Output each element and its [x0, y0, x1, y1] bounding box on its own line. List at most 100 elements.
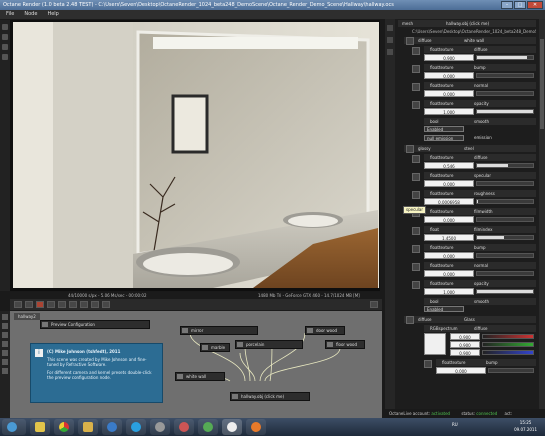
- graph-tab[interactable]: hallway2: [14, 313, 40, 320]
- marble-node[interactable]: marble: [200, 343, 230, 352]
- rgb-b-field[interactable]: 0.900: [450, 349, 480, 356]
- enabled-checkbox[interactable]: Enabled: [424, 126, 464, 132]
- folder-icon[interactable]: [78, 419, 98, 435]
- inspector-scrollbar[interactable]: [539, 19, 545, 409]
- tool-icon[interactable]: [2, 323, 8, 329]
- tool-icon[interactable]: [387, 49, 393, 55]
- param-value-field[interactable]: 0.000: [424, 90, 474, 97]
- expand-icon[interactable]: [406, 37, 414, 45]
- camera-icon[interactable]: [58, 301, 66, 308]
- wrench-icon[interactable]: [370, 301, 378, 308]
- param-value-field[interactable]: 0.000: [424, 72, 474, 79]
- texture-icon[interactable]: [412, 47, 420, 55]
- param-slider[interactable]: [476, 253, 534, 258]
- render-viewport[interactable]: [13, 22, 379, 288]
- start-button[interactable]: [2, 419, 26, 435]
- param-value-field[interactable]: 1.000: [424, 108, 474, 115]
- mirror-node[interactable]: mirror: [180, 326, 258, 335]
- pause-icon[interactable]: [47, 301, 55, 308]
- texture-icon[interactable]: [412, 245, 420, 253]
- param-slider[interactable]: [488, 368, 534, 373]
- region-icon[interactable]: [91, 301, 99, 308]
- param-value-field[interactable]: 0.000: [424, 180, 474, 187]
- expand-icon[interactable]: [406, 316, 414, 324]
- stop-icon[interactable]: [36, 301, 44, 308]
- param-slider[interactable]: [476, 199, 534, 204]
- param-slider[interactable]: [476, 55, 534, 60]
- expand-icon[interactable]: [406, 145, 414, 153]
- tool-icon[interactable]: [2, 44, 8, 50]
- tool-icon[interactable]: [2, 350, 8, 356]
- param-value-field[interactable]: 0.000: [436, 367, 486, 374]
- tool-icon[interactable]: [2, 24, 8, 30]
- maximize-button[interactable]: □: [514, 1, 526, 9]
- tool-icon[interactable]: [2, 341, 8, 347]
- language-indicator[interactable]: RU: [452, 422, 458, 427]
- param-slider[interactable]: [476, 289, 534, 294]
- explorer-icon[interactable]: [30, 419, 50, 435]
- param-slider[interactable]: [476, 91, 534, 96]
- white-wall-node[interactable]: white wall: [175, 372, 225, 381]
- app-icon[interactable]: [150, 419, 170, 435]
- param-value-field[interactable]: 0.000: [424, 270, 474, 277]
- param-value-field[interactable]: 0.000: [424, 216, 474, 223]
- tool-icon[interactable]: [2, 314, 8, 320]
- tool-icon[interactable]: [387, 25, 393, 31]
- menu-node[interactable]: Node: [24, 10, 37, 19]
- param-value-field[interactable]: 0.0006958: [424, 198, 474, 205]
- color-swatch[interactable]: [424, 333, 446, 355]
- rgb-r-field[interactable]: 0.900: [450, 333, 480, 340]
- texture-icon[interactable]: [424, 360, 432, 368]
- mesh-node[interactable]: hallway.obj (click me): [230, 392, 310, 401]
- minimize-button[interactable]: –: [501, 1, 513, 9]
- texture-icon[interactable]: [412, 191, 420, 199]
- picker-icon[interactable]: [102, 301, 110, 308]
- param-slider[interactable]: [476, 235, 534, 240]
- rgb-b-slider[interactable]: [482, 350, 534, 355]
- porcelain-node[interactable]: porcelain: [235, 340, 303, 349]
- skype-icon[interactable]: [126, 419, 146, 435]
- tool-icon[interactable]: [2, 54, 8, 60]
- media-player-icon[interactable]: [102, 419, 122, 435]
- texture-icon[interactable]: [412, 263, 420, 271]
- app-icon[interactable]: [246, 419, 266, 435]
- texture-icon[interactable]: [412, 65, 420, 73]
- octane-icon[interactable]: [222, 419, 242, 435]
- refresh-icon[interactable]: [25, 301, 33, 308]
- param-value-field[interactable]: 1.000: [424, 288, 474, 295]
- tool-icon[interactable]: [2, 368, 8, 374]
- rgb-g-field[interactable]: 0.900: [450, 341, 480, 348]
- grid-icon[interactable]: [80, 301, 88, 308]
- param-value-field[interactable]: 0.546: [424, 162, 474, 169]
- door-wood-node[interactable]: door wood: [305, 326, 345, 335]
- texture-icon[interactable]: [412, 155, 420, 163]
- app-icon[interactable]: [198, 419, 218, 435]
- clock[interactable]: 15:25 09.07.2011: [514, 419, 537, 433]
- focus-icon[interactable]: [69, 301, 77, 308]
- param-slider[interactable]: [476, 217, 534, 222]
- preview-configuration-node[interactable]: Preview Configuration: [40, 320, 150, 329]
- texture-icon[interactable]: [412, 173, 420, 181]
- enabled-checkbox[interactable]: Enabled: [424, 306, 464, 312]
- texture-icon[interactable]: [412, 281, 420, 289]
- param-value-field[interactable]: 0.900: [424, 54, 474, 61]
- tool-icon[interactable]: [2, 359, 8, 365]
- film-icon[interactable]: [14, 301, 22, 308]
- param-slider[interactable]: [476, 73, 534, 78]
- param-value-field[interactable]: 0.000: [424, 252, 474, 259]
- texture-icon[interactable]: [412, 101, 420, 109]
- texture-icon[interactable]: [412, 83, 420, 91]
- param-value-field[interactable]: 1.4500: [424, 234, 474, 241]
- close-button[interactable]: ✕: [527, 1, 543, 9]
- param-slider[interactable]: [476, 163, 534, 168]
- tool-icon[interactable]: [387, 37, 393, 43]
- rgb-g-slider[interactable]: [482, 342, 534, 347]
- floor-wood-node[interactable]: floor wood: [325, 340, 365, 349]
- app-icon[interactable]: [174, 419, 194, 435]
- tool-icon[interactable]: [2, 34, 8, 40]
- rgb-r-slider[interactable]: [482, 334, 534, 339]
- menu-file[interactable]: File: [6, 10, 14, 19]
- param-slider[interactable]: [476, 271, 534, 276]
- tool-icon[interactable]: [2, 332, 8, 338]
- param-slider[interactable]: [476, 109, 534, 114]
